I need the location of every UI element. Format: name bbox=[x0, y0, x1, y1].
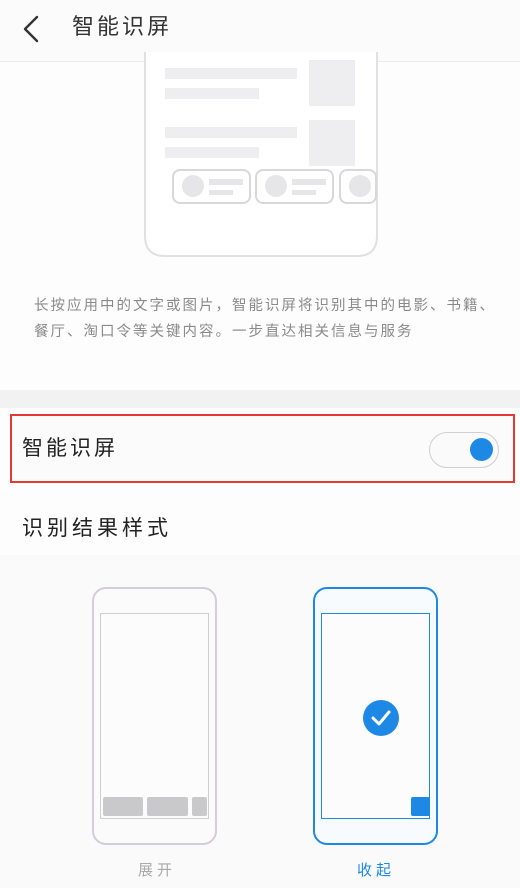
section-divider bbox=[0, 390, 520, 408]
page-title: 智能识屏 bbox=[72, 15, 173, 40]
preview-card bbox=[103, 797, 143, 816]
result-style-section bbox=[0, 555, 520, 888]
expand-preview-screen bbox=[100, 613, 209, 819]
preview-card bbox=[147, 797, 188, 816]
back-button[interactable] bbox=[14, 12, 48, 46]
style-option-collapse[interactable] bbox=[313, 587, 438, 845]
collapse-preview-screen bbox=[321, 613, 430, 819]
toggle-label: 智能识屏 bbox=[22, 436, 118, 460]
smart-screen-switch[interactable] bbox=[429, 432, 499, 468]
style-option-collapse-label[interactable]: 收起 bbox=[357, 860, 395, 880]
style-option-expand-label[interactable]: 展开 bbox=[138, 860, 176, 880]
feature-description: 长按应用中的文字或图片，智能识屏将识别其中的电影、书籍、餐厅、淘口令等关键内容。… bbox=[34, 298, 496, 340]
switch-knob bbox=[470, 438, 493, 461]
checkmark-icon bbox=[363, 700, 399, 736]
result-style-title: 识别结果样式 bbox=[22, 516, 172, 540]
preview-card bbox=[192, 797, 207, 816]
style-option-expand[interactable] bbox=[92, 587, 217, 845]
smart-screen-toggle-row[interactable]: 智能识屏 bbox=[10, 414, 515, 483]
collapsed-card bbox=[411, 797, 430, 816]
chevron-left-icon bbox=[23, 15, 39, 43]
phone-illustration bbox=[144, 52, 378, 257]
